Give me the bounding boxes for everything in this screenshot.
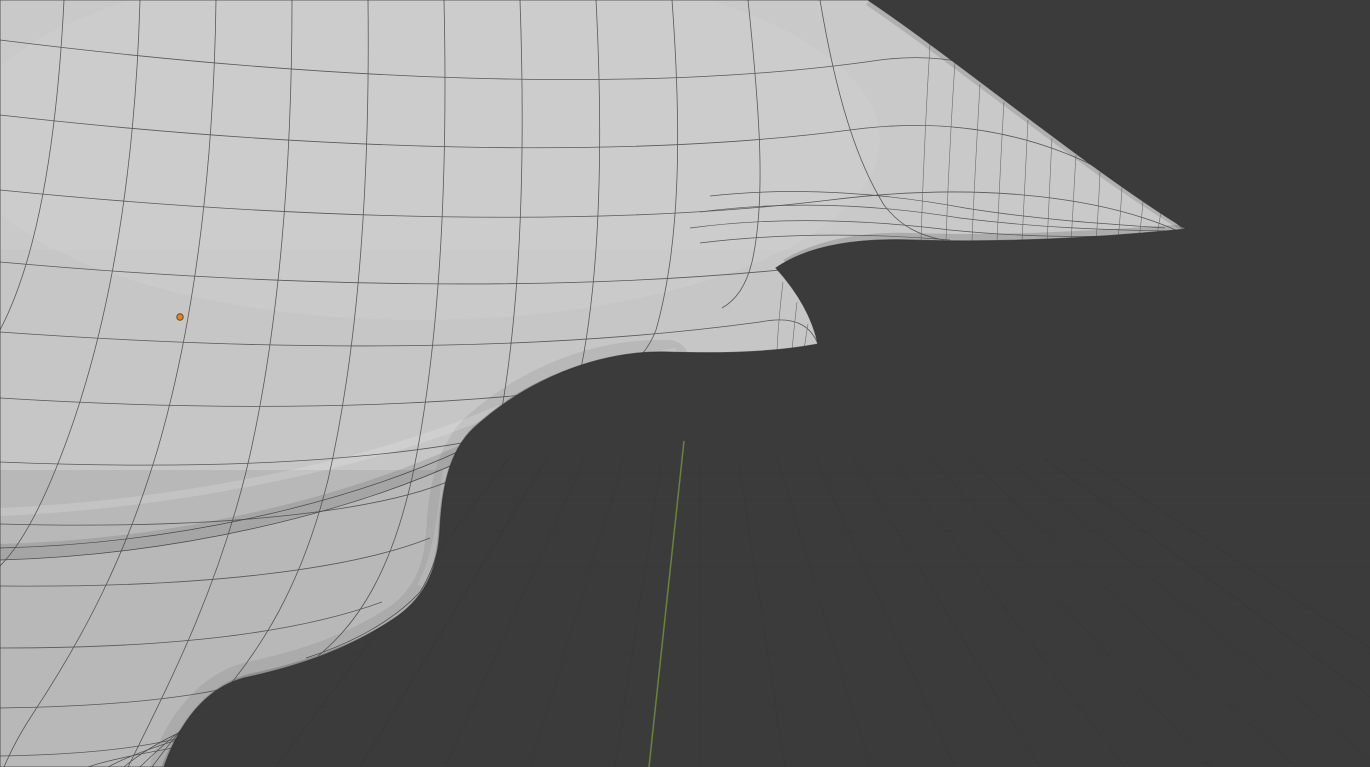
3d-viewport[interactable] — [0, 0, 1370, 767]
viewport-canvas[interactable] — [0, 0, 1370, 767]
object-origin-icon[interactable] — [176, 313, 184, 321]
